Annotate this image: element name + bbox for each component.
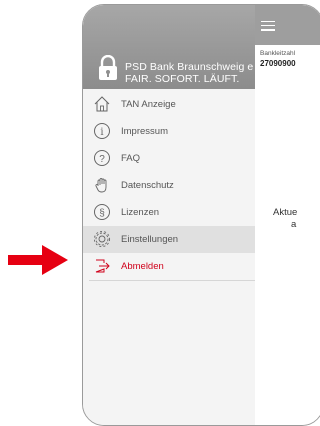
- svg-text:?: ?: [99, 154, 105, 165]
- menu-item-faq[interactable]: ? FAQ: [83, 145, 255, 172]
- info-icon: i: [94, 123, 110, 139]
- gear-icon: [93, 230, 111, 248]
- navigation-drawer: PSD Bank Braunschweig e FAIR. SOFORT. LÄ…: [83, 5, 256, 425]
- menu-item-lizenzen[interactable]: § Lizenzen: [83, 199, 255, 226]
- bank-slogan: FAIR. SOFORT. LÄUFT.: [125, 73, 240, 85]
- menu-item-impressum[interactable]: i Impressum: [83, 118, 255, 145]
- hamburger-menu-icon[interactable]: [261, 21, 275, 31]
- menu-item-datenschutz[interactable]: Datenschutz: [83, 172, 255, 199]
- status-message-line2: a: [291, 219, 297, 230]
- bank-code-label: Bankleitzahl: [260, 50, 296, 57]
- menu-item-label: Lizenzen: [121, 207, 160, 218]
- bank-name: PSD Bank Braunschweig e: [125, 61, 254, 73]
- menu-item-label: FAQ: [121, 153, 141, 164]
- menu-item-einstellungen[interactable]: Einstellungen: [83, 226, 255, 253]
- menu-item-label: Abmelden: [121, 261, 164, 272]
- license-icon: §: [94, 204, 110, 220]
- menu-item-label: TAN Anzeige: [121, 99, 176, 110]
- menu-item-label: Datenschutz: [121, 180, 174, 191]
- logout-icon: [95, 259, 110, 273]
- menu-item-label: Einstellungen: [121, 234, 179, 245]
- drawer-header: PSD Bank Braunschweig e FAIR. SOFORT. LÄ…: [83, 5, 255, 89]
- status-message-line1: Aktue: [273, 207, 298, 218]
- home-icon: [94, 96, 110, 112]
- lock-icon: [99, 55, 117, 80]
- svg-text:i: i: [100, 127, 103, 138]
- menu-divider: [89, 280, 255, 281]
- drawer-menu: TAN Anzeige i Impressum ? FAQ Datenschut…: [83, 89, 255, 281]
- question-icon: ?: [94, 150, 110, 166]
- hand-icon: [95, 178, 107, 193]
- bank-code-value: 27090900: [260, 59, 296, 68]
- menu-item-label: Impressum: [121, 126, 168, 137]
- svg-text:§: §: [99, 208, 105, 219]
- menu-item-abmelden[interactable]: Abmelden: [83, 253, 255, 280]
- main-content: Bankleitzahl 27090900 Aktue a: [255, 5, 320, 425]
- pointer-arrow-icon: [8, 245, 68, 275]
- menu-item-tan-anzeige[interactable]: TAN Anzeige: [83, 91, 255, 118]
- phone-frame: PSD Bank Braunschweig e FAIR. SOFORT. LÄ…: [82, 4, 320, 426]
- content-header: [255, 5, 320, 45]
